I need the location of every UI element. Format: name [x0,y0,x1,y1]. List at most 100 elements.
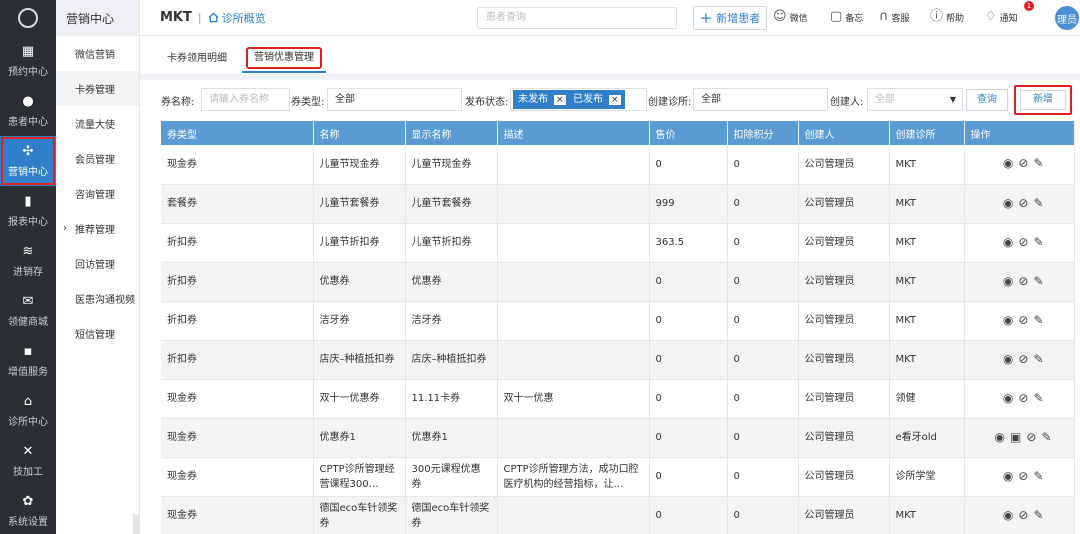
wechat-button[interactable]: ☺ 微信 [773,10,808,24]
cell-clinic: MKT [889,496,965,534]
tooth-logo-icon [18,8,38,28]
view-icon[interactable]: ◉ [1003,469,1013,484]
add-patient-button[interactable]: + 新增患者 [693,6,767,30]
sub-item-8[interactable]: 短信管理 [56,316,139,351]
view-icon[interactable]: ◉ [1003,274,1013,289]
sub-item-5[interactable]: › 推荐管理 [56,211,139,246]
user-avatar[interactable]: 理员 [1055,6,1079,30]
cell-price: 0 [649,340,728,380]
view-icon[interactable]: ◉ [1003,156,1013,171]
view-icon[interactable]: ◉ [1003,313,1013,328]
cell-price-text: 363.5 [655,237,685,248]
cell-display: 德国eco车针领奖券 [405,496,498,534]
disable-icon[interactable]: ⊘ [1018,469,1028,484]
disable-icon[interactable]: ⊘ [1018,391,1028,406]
view-icon[interactable]: ◉ [995,430,1005,445]
cell-actions: ◉ ⊘ ✎ [963,223,1075,263]
cell-price-text: 0 [655,471,662,482]
tab-coupon-detail[interactable]: 卡券领用明细 [167,48,227,70]
cell-points-text: 0 [733,237,740,248]
edit-icon[interactable]: ✎ [1033,469,1043,484]
rail-item-5[interactable]: ✉ 领健商城 [0,286,56,336]
close-icon[interactable]: × [554,95,566,105]
status-chip-unpublished[interactable]: 未发布 × [513,90,570,109]
view-icon[interactable]: ◉ [1003,352,1013,367]
edit-icon[interactable]: ✎ [1033,352,1043,367]
query-button[interactable]: 查询 [966,89,1008,111]
disable-icon[interactable]: ⊘ [1018,156,1028,171]
service-button[interactable]: ∩ 客服 [879,10,910,24]
cell-clinic: MKT [889,301,965,341]
cell-type-text: 折扣券 [167,354,197,365]
rail-item-7[interactable]: ⌂ 诊所中心 [0,386,56,436]
sub-item-4[interactable]: 咨询管理 [56,176,139,211]
cell-display: 300元课程优惠券 [405,457,498,497]
edit-icon[interactable]: ✎ [1033,274,1043,289]
edit-icon[interactable]: ✎ [1033,156,1043,171]
patient-search-input[interactable]: 患者查询 [477,7,677,29]
status-chip-published[interactable]: 已发布 × [568,90,625,109]
edit-icon[interactable]: ✎ [1033,313,1043,328]
rail-item-4[interactable]: ≋ 进销存 [0,236,56,286]
edit-icon[interactable]: ✎ [1033,196,1043,211]
sub-item-3[interactable]: 会员管理 [56,141,139,176]
disable-icon[interactable]: ⊘ [1018,274,1028,289]
coupon-type-label: 券类型: [291,97,325,108]
coupon-name-input[interactable]: 请输入券名称 [201,88,290,111]
cell-points: 0 [727,262,799,302]
edit-icon[interactable]: ✎ [1033,235,1043,250]
disable-icon[interactable]: ⊘ [1018,196,1028,211]
view-icon[interactable]: ◉ [1003,391,1013,406]
brand-separator: | [197,11,202,24]
sub-item-2[interactable]: 流量大使 [56,106,139,141]
cell-points-text: 0 [733,276,740,287]
card-icon[interactable]: ▣ [1010,430,1021,445]
cell-display-text: 儿童节套餐券 [411,198,472,209]
disable-icon[interactable]: ⊘ [1018,235,1028,250]
coupon-type-select[interactable]: 全部 [327,88,462,111]
column-header: 描述 [497,121,650,145]
sub-item-label: 医患沟通视频 [75,295,135,306]
edit-icon[interactable]: ✎ [1041,430,1051,445]
disable-icon[interactable]: ⊘ [1018,352,1028,367]
close-icon[interactable]: × [609,95,621,105]
cell-creator: 公司管理员 [798,496,890,534]
edit-icon[interactable]: ✎ [1033,391,1043,406]
sub-item-1[interactable]: 卡券管理 [56,71,139,106]
memo-button[interactable]: ▢ 备忘 [830,10,863,24]
rail-item-6[interactable]: ▪ 增值服务 [0,336,56,386]
disable-icon[interactable]: ⊘ [1018,508,1028,523]
cell-creator-text: 公司管理员 [804,315,855,326]
sub-item-7[interactable]: 医患沟通视频 [56,281,139,316]
cell-name: 双十一优惠券 [313,379,406,419]
notify-button[interactable]: ♢ 通知 [985,10,1018,24]
disable-icon[interactable]: ⊘ [1018,313,1028,328]
rail-item-0[interactable]: ▦ 预约中心 [0,36,56,86]
rail-item-9[interactable]: ✿ 系统设置 [0,486,56,534]
clinic-select[interactable]: 全部 [693,88,828,111]
view-icon[interactable]: ◉ [1003,235,1013,250]
edit-icon[interactable]: ✎ [1033,508,1043,523]
tab-promotion-management[interactable]: 营销优惠管理 [242,47,326,73]
cell-creator: 公司管理员 [798,457,890,497]
view-icon[interactable]: ◉ [1003,196,1013,211]
sub-item-6[interactable]: 回访管理 [56,246,139,281]
rail-item-2[interactable]: ✣ 营销中心 [0,136,56,186]
new-button[interactable]: 新增 [1020,90,1066,110]
cell-desc [497,145,650,185]
rail-item-1[interactable]: ● 患者中心 [0,86,56,136]
help-button[interactable]: ⓘ 帮助 [930,10,964,24]
rail-item-label: 营销中心 [8,166,48,178]
sub-item-label: 卡券管理 [75,85,115,96]
cell-name-text: 德国eco车针领奖券 [319,502,398,529]
cell-clinic: 领健 [889,379,965,419]
creator-select[interactable]: 全部 ▼ [867,88,963,111]
view-icon[interactable]: ◉ [1003,508,1013,523]
sub-item-0[interactable]: 微信营销 [56,36,139,71]
creator-select-value: 全部 [875,94,895,105]
home-link[interactable]: 诊所概览 [208,10,266,26]
rail-item-3[interactable]: ▮ 报表中心 [0,186,56,236]
sidebar-scrollbar[interactable] [133,514,139,534]
rail-item-8[interactable]: ✕ 技加工 [0,436,56,486]
disable-icon[interactable]: ⊘ [1026,430,1036,445]
